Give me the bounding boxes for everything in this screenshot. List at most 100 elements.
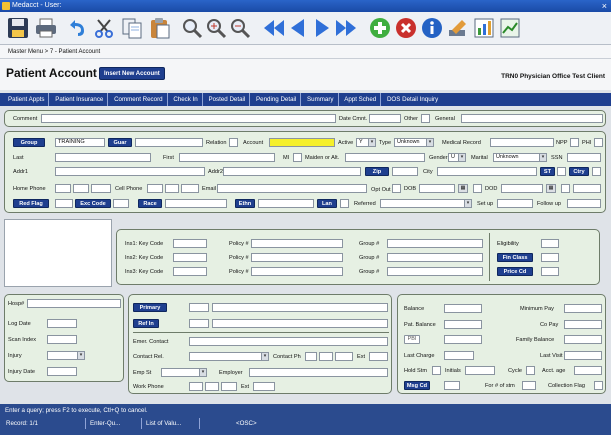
ins3-group-input[interactable] bbox=[387, 267, 483, 276]
lan-input[interactable] bbox=[340, 199, 349, 208]
last-record-icon[interactable] bbox=[334, 16, 358, 40]
ins3-policy-input[interactable] bbox=[251, 267, 343, 276]
opt-out-checkbox[interactable] bbox=[392, 184, 401, 193]
search-plus-icon[interactable] bbox=[204, 16, 228, 40]
last-charge-input[interactable] bbox=[444, 351, 474, 360]
report-icon[interactable] bbox=[498, 16, 522, 40]
tab-check-in[interactable]: Check In bbox=[169, 93, 203, 106]
hosp-input[interactable] bbox=[27, 299, 121, 308]
work-phone-prefix[interactable] bbox=[205, 382, 219, 391]
search-minus-icon[interactable] bbox=[228, 16, 252, 40]
comment-input[interactable] bbox=[41, 114, 336, 123]
pbi-input[interactable] bbox=[444, 335, 482, 344]
st-button[interactable]: ST bbox=[540, 167, 555, 176]
dod-input[interactable] bbox=[501, 184, 543, 193]
tab-appt-sched[interactable]: Appt Sched bbox=[340, 93, 382, 106]
for-stm-input[interactable] bbox=[522, 381, 536, 390]
city-input[interactable] bbox=[437, 167, 537, 176]
home-phone-line[interactable] bbox=[91, 184, 111, 193]
tab-posted-detail[interactable]: Posted Detail bbox=[204, 93, 251, 106]
guar-button[interactable]: Guar bbox=[108, 138, 132, 147]
tab-summary[interactable]: Summary bbox=[303, 93, 339, 106]
hold-stm-checkbox[interactable] bbox=[432, 366, 441, 375]
msg-cd-button[interactable]: Msg Cd bbox=[404, 381, 430, 390]
contact-ph-prefix[interactable] bbox=[319, 352, 333, 361]
ins3-key-input[interactable] bbox=[173, 267, 207, 276]
st-input[interactable] bbox=[557, 167, 566, 176]
last-name-input[interactable] bbox=[55, 153, 151, 162]
pat-balance-input[interactable] bbox=[444, 320, 482, 329]
price-cd-button[interactable]: Price Cd bbox=[497, 267, 533, 276]
ctry-input[interactable] bbox=[592, 167, 601, 176]
close-icon[interactable]: × bbox=[602, 0, 607, 12]
group-button[interactable]: Group bbox=[13, 138, 45, 147]
contact-ext-input[interactable] bbox=[369, 352, 388, 361]
addr2-input[interactable] bbox=[223, 167, 361, 176]
date-cmnt-input[interactable] bbox=[369, 114, 401, 123]
chart-icon[interactable] bbox=[472, 16, 496, 40]
primary-code-input[interactable] bbox=[189, 303, 209, 312]
active-select[interactable]: Y ▾ bbox=[356, 138, 376, 147]
info-icon[interactable] bbox=[420, 16, 444, 40]
group-input[interactable]: TRAINING bbox=[55, 138, 105, 147]
ins2-key-input[interactable] bbox=[173, 253, 207, 262]
fin-class-input[interactable] bbox=[541, 253, 559, 262]
cut-icon[interactable] bbox=[92, 16, 116, 40]
marital-select[interactable]: Unknown ▾ bbox=[493, 153, 547, 162]
last-visit-input[interactable] bbox=[564, 351, 602, 360]
set-up-input[interactable] bbox=[497, 199, 533, 208]
price-cd-input[interactable] bbox=[541, 267, 559, 276]
family-balance-input[interactable] bbox=[564, 335, 602, 344]
ctry-button[interactable]: Ctry bbox=[569, 167, 589, 176]
tab-dos-detail-inquiry[interactable]: DOS Detail Inquiry bbox=[383, 93, 442, 106]
tab-pending-detail[interactable]: Pending Detail bbox=[252, 93, 302, 106]
scan-index-input[interactable] bbox=[47, 335, 77, 344]
ref-in-button[interactable]: Ref In bbox=[133, 319, 159, 328]
type-select[interactable]: Unknown ▾ bbox=[394, 138, 434, 147]
insert-new-account-button[interactable]: Insert New Account bbox=[99, 67, 165, 80]
log-date-input[interactable] bbox=[47, 319, 77, 328]
primary-name-input[interactable] bbox=[212, 303, 388, 312]
tab-patient-appts[interactable]: Patient Appts bbox=[4, 93, 50, 106]
dob-calendar-icon[interactable]: ▦ bbox=[458, 184, 468, 193]
phi-checkbox[interactable] bbox=[594, 138, 603, 147]
tab-patient-insurance[interactable]: Patient Insurance bbox=[51, 93, 109, 106]
next-record-icon[interactable] bbox=[310, 16, 334, 40]
fin-class-button[interactable]: Fin Class bbox=[497, 253, 533, 262]
co-pay-input[interactable] bbox=[564, 320, 602, 329]
ethn-input[interactable] bbox=[258, 199, 314, 208]
search-icon[interactable] bbox=[180, 16, 204, 40]
exc-code-input[interactable] bbox=[113, 199, 129, 208]
race-button[interactable]: Race bbox=[138, 199, 162, 208]
zip-button[interactable]: Zip bbox=[365, 167, 389, 176]
work-phone-area[interactable] bbox=[189, 382, 203, 391]
ins2-group-input[interactable] bbox=[387, 253, 483, 262]
dod-checkbox[interactable] bbox=[473, 184, 482, 193]
injury-date-input[interactable] bbox=[47, 367, 77, 376]
add-icon[interactable] bbox=[368, 16, 392, 40]
general-input[interactable] bbox=[461, 114, 603, 123]
eligibility-input[interactable] bbox=[541, 239, 559, 248]
npp-checkbox[interactable] bbox=[570, 138, 579, 147]
msg-cd-input[interactable] bbox=[444, 381, 460, 390]
initials-input[interactable] bbox=[465, 366, 495, 375]
ins1-key-input[interactable] bbox=[173, 239, 207, 248]
acct-age-input[interactable] bbox=[574, 366, 602, 375]
contact-ph-line[interactable] bbox=[335, 352, 353, 361]
work-ext-input[interactable] bbox=[253, 382, 275, 391]
emp-st-select[interactable]: ▾ bbox=[161, 368, 207, 377]
race-input[interactable] bbox=[165, 199, 227, 208]
account-input[interactable] bbox=[269, 138, 335, 147]
balance-input[interactable] bbox=[444, 304, 482, 313]
dod-extra-input[interactable] bbox=[561, 184, 570, 193]
red-flag-input[interactable] bbox=[55, 199, 73, 208]
other-checkbox[interactable] bbox=[421, 114, 430, 123]
maiden-input[interactable] bbox=[345, 153, 425, 162]
zip-input[interactable] bbox=[392, 167, 418, 176]
dod-extra-field[interactable] bbox=[573, 184, 601, 193]
injury-select[interactable]: ▾ bbox=[47, 351, 85, 360]
dod-calendar-icon[interactable]: ▦ bbox=[546, 184, 556, 193]
ref-in-code-input[interactable] bbox=[189, 319, 209, 328]
prev-record-icon[interactable] bbox=[286, 16, 310, 40]
gender-select[interactable]: U ▾ bbox=[448, 153, 466, 162]
